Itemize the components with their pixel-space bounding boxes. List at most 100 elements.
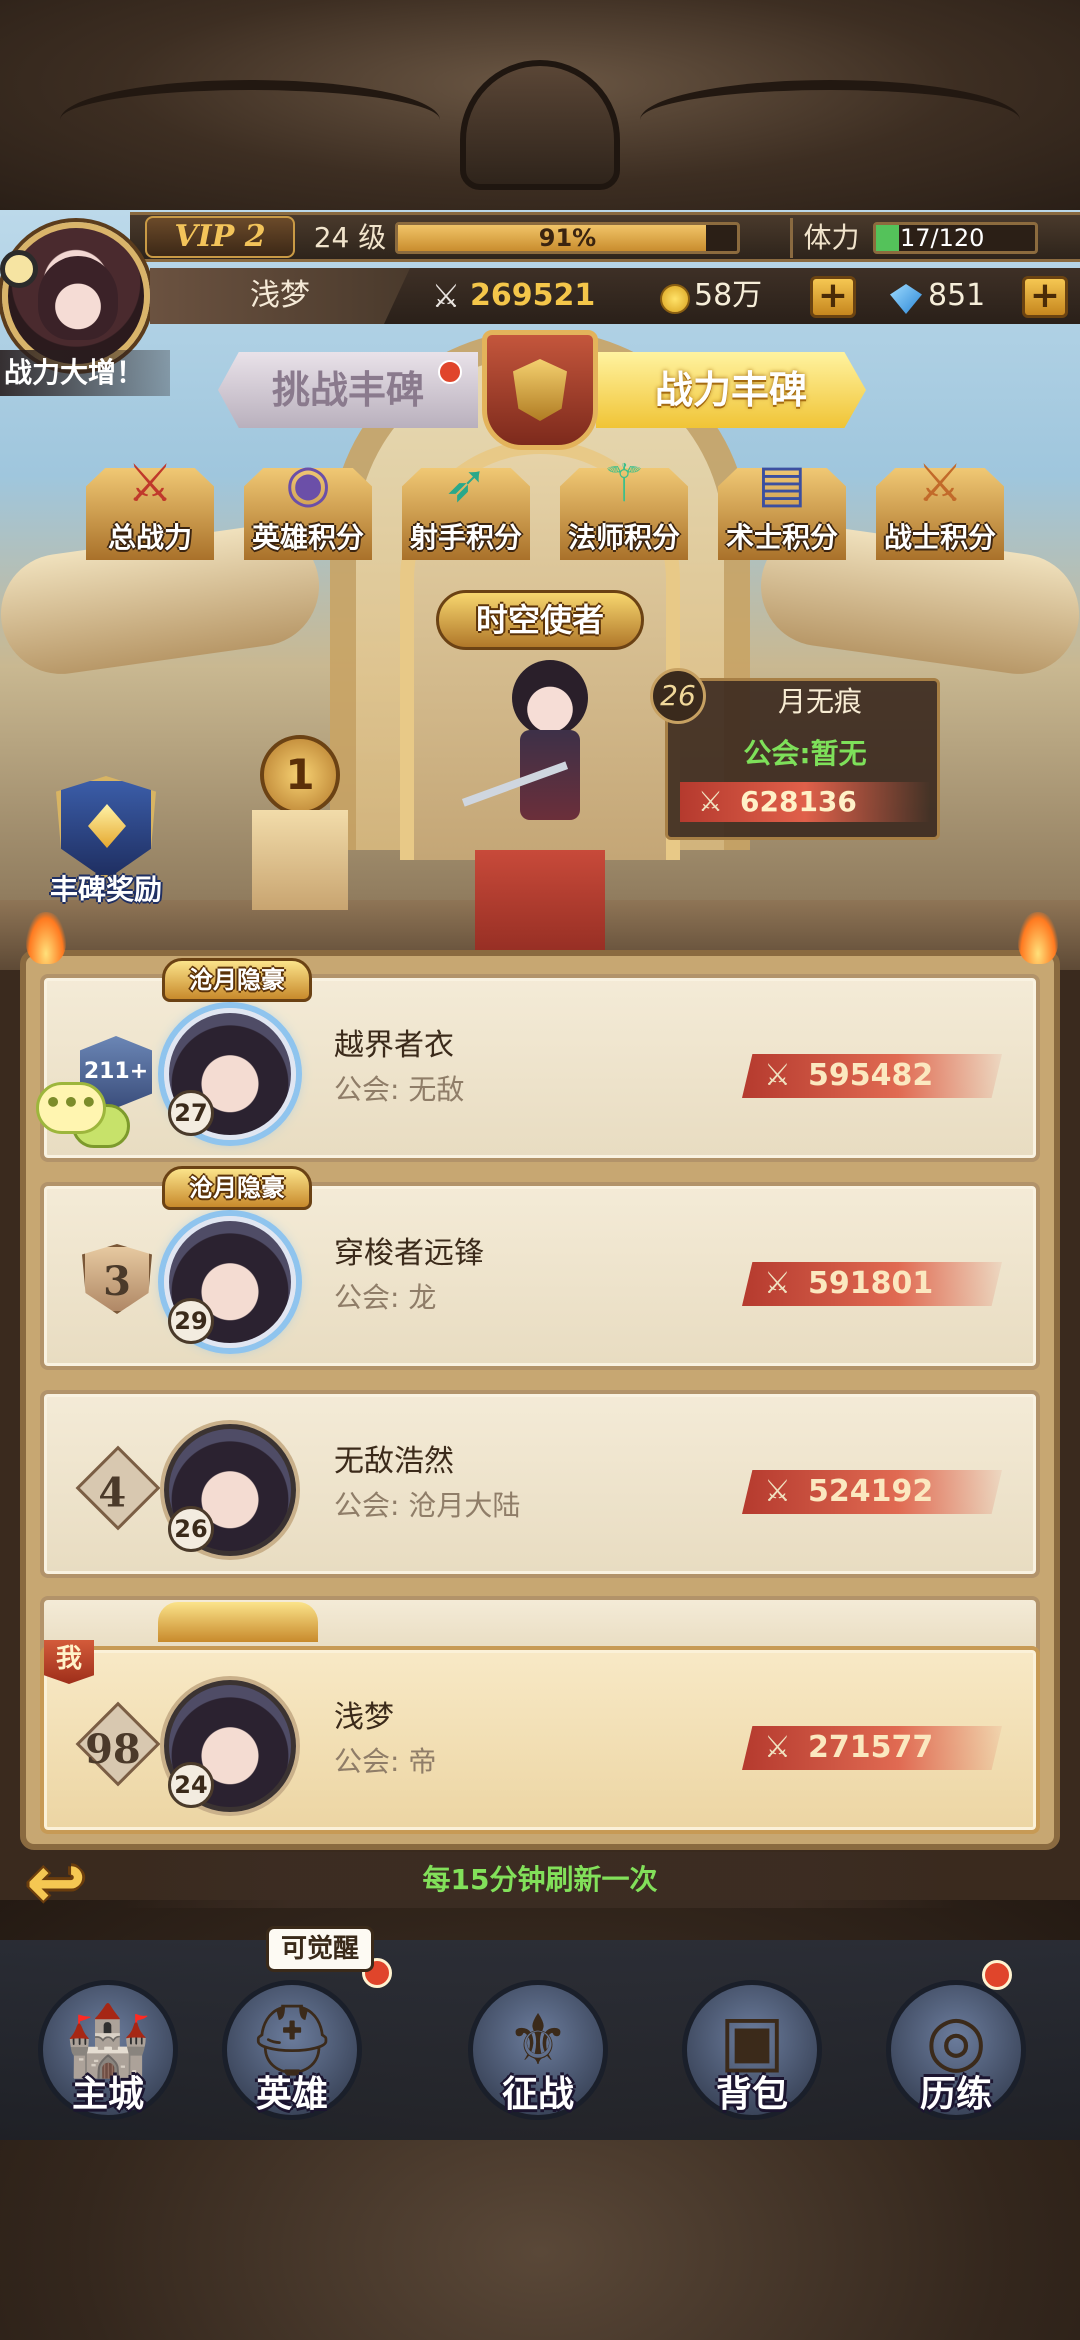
category-tome[interactable]: ▤ 术士积分 [718, 450, 846, 560]
category-label: 射手积分 [409, 521, 522, 554]
greatsword-icon: ⚔ [916, 454, 964, 514]
my-ranking-row[interactable]: 98 24 浅梦 公会: 帝 ⚔ 271577 [40, 1646, 1040, 1834]
power-up-banner: 战力大增！ [0, 350, 170, 396]
peek-title-crest [158, 1602, 318, 1642]
refresh-notice: 每15分钟刷新一次 [120, 1852, 960, 1908]
vip-badge[interactable]: VIP 2 [145, 216, 295, 258]
title-crest: 沧月隐豪 [162, 958, 312, 1002]
ornament-wing-right [640, 80, 1020, 160]
crossed-swords-icon: ⚔ [764, 1730, 791, 1765]
back-arrow-icon: ↩ [26, 1840, 87, 1924]
champion-power-value: 628136 [740, 785, 857, 818]
player-name: 穿梭者远锋 [334, 1236, 484, 1271]
add-gold-button[interactable]: + [810, 276, 856, 318]
nav-label: 征战 [501, 2074, 574, 2115]
player-avatar[interactable] [2, 222, 150, 370]
nav-battle-shield[interactable]: ⚜ 征战 [458, 1950, 618, 2140]
player-power-value: 524192 [808, 1474, 934, 1509]
tab-challenge-monument[interactable]: 挑战丰碑 [218, 352, 478, 428]
nav-label: 历练 [919, 2074, 992, 2115]
title-crest: 沧月隐豪 [162, 1166, 312, 1210]
player-power: ⚔ 524192 [742, 1470, 1002, 1514]
hero-helmet-icon: ◉ [285, 454, 331, 514]
nav-portal[interactable]: ◎ 历练 [876, 1950, 1036, 2140]
tab-power-label: 战力丰碑 [654, 368, 807, 412]
category-staff[interactable]: ⚚ 法师积分 [560, 450, 688, 560]
my-level: 24 [168, 1762, 214, 1808]
chat-bubble-icon: ••• [36, 1082, 106, 1134]
player-power: ⚔ 595482 [742, 1054, 1002, 1098]
stamina-value: 17/120 [900, 224, 985, 252]
exp-bar: 91% [395, 222, 740, 254]
rank-number: 3 [82, 1244, 152, 1314]
my-guild: 公会: 帝 [334, 1745, 437, 1778]
category-label: 法师积分 [567, 521, 680, 554]
monument-reward-label: 丰碑奖励 [49, 873, 162, 906]
my-rank: 98 [75, 1701, 161, 1787]
eye-icon [0, 250, 38, 288]
crossed-swords-icon: ⚔ [431, 277, 461, 315]
player-level: 29 [168, 1298, 214, 1344]
champion-guild: 公会:暂无 [743, 737, 867, 770]
player-guild: 公会: 无敌 [334, 1073, 465, 1106]
player-power: 269521 [470, 278, 596, 313]
exp-percent: 91% [538, 224, 597, 252]
notification-dot [438, 360, 462, 384]
ornament-wing-left [60, 80, 440, 160]
ranking-row[interactable]: 4 26 无敌浩然 公会: 沧月大陆 ⚔ 524192 [40, 1390, 1040, 1578]
category-bow[interactable]: ➶ 射手积分 [402, 450, 530, 560]
monument-reward-button[interactable]: 丰碑奖励 [36, 770, 176, 910]
nav-treasure-chest[interactable]: ▣ 背包 [672, 1950, 832, 2140]
champion-name: 月无痕 [777, 685, 862, 718]
staff-icon: ⚚ [600, 454, 648, 514]
champion-hero-figure[interactable] [461, 660, 610, 850]
crossed-swords-icon: ⚔ [764, 1474, 791, 1509]
category-crossed-swords[interactable]: ⚔ 总战力 [86, 450, 214, 560]
monument-emblem-icon [482, 330, 598, 450]
player-name: 越界者衣 [334, 1028, 454, 1063]
player-level: 27 [168, 1090, 214, 1136]
my-name: 浅梦 [334, 1700, 394, 1735]
ranking-row[interactable]: 3 沧月隐豪 29 穿梭者远锋公会: 龙 ⚔ 591801 [40, 1166, 1040, 1370]
player-name: 无敌浩然 [334, 1444, 454, 1479]
my-power-value: 271577 [808, 1730, 934, 1765]
nav-golden-helmet[interactable]: ⛑ 英雄 [212, 1950, 372, 2140]
category-label: 总战力 [107, 521, 192, 554]
nav-castle[interactable]: 🏰 主城 [28, 1950, 188, 2140]
player-guild: 公会: 龙 [334, 1281, 437, 1314]
gold-coin-icon [660, 284, 690, 314]
bow-icon: ➶ [444, 454, 488, 514]
player-power: ⚔ 591801 [742, 1262, 1002, 1306]
ranking-row[interactable]: 沧月隐豪 27 越界者衣公会: 无敌 ⚔ 595482 [40, 958, 1040, 1162]
torch-flame-icon [26, 912, 66, 964]
stamina-bar-fill [876, 225, 899, 251]
player-level: 24 级 [313, 221, 387, 254]
player-power-value: 595482 [808, 1058, 934, 1093]
tome-icon: ▤ [757, 454, 807, 514]
crossed-swords-icon: ⚔ [126, 454, 174, 514]
helmet-ornament [460, 60, 620, 190]
category-hero-helmet[interactable]: ◉ 英雄积分 [244, 450, 372, 560]
gold-amount: 58万 [694, 278, 763, 313]
crossed-swords-icon: ⚔ [764, 1266, 791, 1301]
top-ornament-frame [0, 0, 1080, 210]
rank-one-pillar [252, 810, 348, 910]
champion-title-badge: 时空使者 [436, 590, 644, 650]
stamina-bar[interactable]: 17/120 [873, 222, 1038, 254]
chat-button[interactable]: ••• [36, 1082, 132, 1152]
back-button[interactable]: ↩ [20, 1844, 130, 1924]
category-label: 英雄积分 [251, 521, 364, 554]
hero-head [512, 660, 588, 736]
gem-amount: 851 [928, 278, 986, 313]
avatar-face [38, 256, 118, 340]
tab-power-monument[interactable]: 战力丰碑 [596, 352, 866, 428]
player-power-value: 591801 [808, 1266, 934, 1301]
rank-number: 4 [75, 1445, 161, 1531]
awaken-tag: 可觉醒 [266, 1926, 374, 1972]
add-gems-button[interactable]: + [1022, 276, 1068, 318]
torch-flame-icon [1018, 912, 1058, 964]
notification-dot [982, 1960, 1012, 1990]
rank-one-medal: 1 [260, 735, 340, 815]
player-name: 浅梦 [150, 268, 410, 324]
category-greatsword[interactable]: ⚔ 战士积分 [876, 450, 1004, 560]
